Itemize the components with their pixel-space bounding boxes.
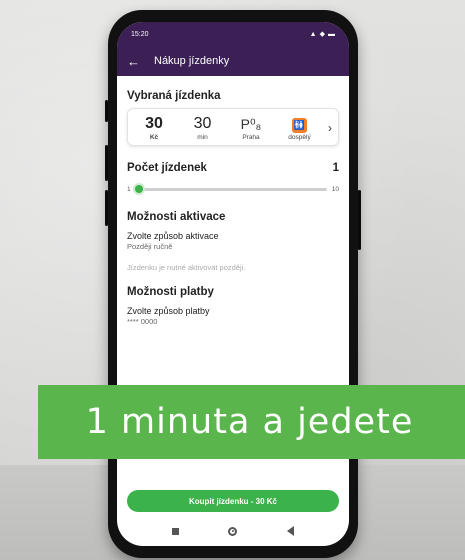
signal-icon: ▲ [309,30,317,38]
buy-ticket-button[interactable]: Koupit jízdenku - 30 Kč [127,490,339,512]
ticket-count-value: 1 [332,162,339,174]
duration-column: 30 min [183,115,223,141]
activation-heading: Možnosti aktivace [127,211,226,223]
android-nav-bar [117,516,349,546]
status-time: 15:20 [131,30,149,38]
status-bar: 15:20 ▲ ◆ ▬ [117,22,349,46]
status-icons: ▲ ◆ ▬ [309,30,335,39]
slider-max-label: 10 [331,186,339,193]
power-button [358,190,361,250]
back-arrow-icon[interactable]: ← [127,54,140,69]
duration-value: 30 [193,115,212,132]
payment-selector[interactable]: Zvolte způsob platby **** 0000 [127,306,339,326]
battery-icon: ▬ [328,30,335,38]
price-unit: Kč [149,134,159,141]
payment-field-label: Zvolte způsob platby [127,306,210,316]
ticket-count-heading: Počet jízdenek [127,162,207,174]
volume-button [105,100,108,122]
adult-passenger-icon: 🚻 [292,117,307,133]
activation-selector[interactable]: Zvolte způsob aktivace Později ručně [127,231,339,251]
passenger-label: dospělý [288,133,311,141]
duration-unit: min [197,134,208,141]
price-value: 30 [145,115,163,132]
chevron-right-icon[interactable]: › [328,121,332,135]
passenger-column: 🚻 dospělý [280,116,320,141]
zone-icon: P⁰₈ [240,116,262,132]
price-column: 30 Kč [134,115,174,141]
main-content: Vybraná jízdenka 30 Kč 30 min P⁰₈ Praha … [117,76,349,326]
slider-thumb[interactable] [132,183,145,195]
promo-banner: 1 minuta a jedete [38,385,465,459]
phone-screen: 15:20 ▲ ◆ ▬ ← Nákup jízdenky Vybraná jíz… [117,22,349,546]
page-title: Nákup jízdenky [154,55,230,67]
payment-field-value: **** 0000 [127,317,158,326]
app-bar: ← Nákup jízdenky [117,46,349,76]
slider-min-label: 1 [127,186,131,193]
activation-field-value: Později ručně [127,242,173,251]
zone-label: Praha [242,134,260,141]
phone-frame: 15:20 ▲ ◆ ▬ ← Nákup jízdenky Vybraná jíz… [105,10,361,558]
slider-track[interactable] [132,183,327,195]
volume-button [105,190,108,226]
payment-heading: Možnosti platby [127,286,214,298]
ticket-count-slider: 1 10 [127,183,339,195]
selected-ticket-heading: Vybraná jízdenka [127,90,221,102]
ticket-card[interactable]: 30 Kč 30 min P⁰₈ Praha 🚻 dospělý › [127,108,339,146]
ticket-count-row: Počet jízdenek 1 [127,162,339,174]
activation-note: Jízdenku je nutné aktivovat později. [127,263,246,272]
banner-text: 1 minuta a jedete [85,402,414,442]
wifi-icon: ◆ [319,31,325,38]
home-icon[interactable] [228,526,238,536]
volume-button [105,145,108,181]
activation-field-label: Zvolte způsob aktivace [127,231,219,241]
back-triangle-icon[interactable] [287,526,295,536]
zone-column: P⁰₈ Praha [231,115,271,141]
recents-icon[interactable] [171,527,179,535]
